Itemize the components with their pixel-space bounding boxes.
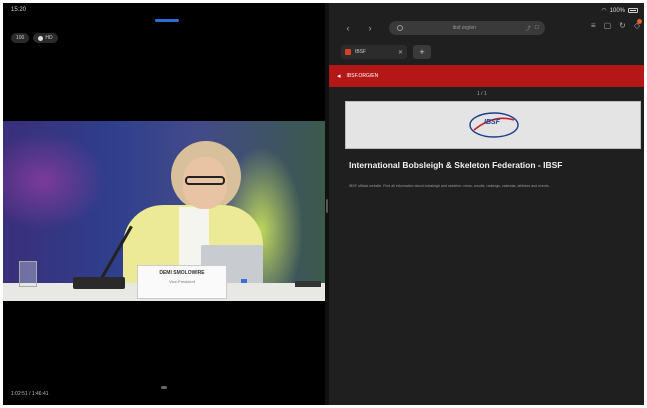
battery-text: 100%	[609, 7, 625, 14]
tab-close-icon[interactable]: ✕	[398, 49, 403, 56]
device-screen: 15:20 100 HD DEMI SMOLOWIRE Vice-Preside…	[3, 3, 644, 405]
wifi-icon: ◠	[601, 8, 607, 14]
nameplate-role: Vice-President	[169, 279, 195, 284]
menu-icon[interactable]: ≡	[591, 21, 596, 30]
video-timecode: 1:02:51 / 1:46:41	[11, 391, 49, 397]
tab-favicon-icon	[345, 49, 351, 55]
tabs-icon[interactable]: ▢	[604, 21, 612, 30]
quality-label: HD	[45, 35, 53, 41]
tab-title: IBSF	[355, 49, 367, 55]
water-glass	[19, 261, 37, 287]
tab-ibsf[interactable]: IBSF ✕	[341, 45, 407, 59]
browser-pane: ◠ 100% ‹ › ibsf.org/en ⤴ ☐ ≡ ▢ ↻ ◇ IBSF …	[329, 3, 644, 405]
new-tab-button[interactable]: +	[413, 45, 431, 59]
volume-label: 100	[16, 35, 25, 41]
reload-icon[interactable]: ↻	[619, 21, 626, 30]
tab-strip: IBSF ✕ +	[329, 43, 644, 61]
status-time: 15:20	[11, 7, 27, 13]
logo-text: IBSF	[484, 119, 500, 126]
site-header-title: IBSF.ORG/EN	[346, 73, 379, 79]
forward-icon[interactable]: ›	[363, 23, 377, 33]
page-heading[interactable]: International Bobsleigh & Skeleton Feder…	[349, 160, 639, 170]
status-right: ◠ 100%	[601, 7, 638, 14]
share-icon[interactable]: ⤴	[526, 25, 531, 32]
bookmark-icon[interactable]: ☐	[535, 25, 539, 31]
speaker-glasses	[185, 176, 225, 185]
menu-arrow-icon[interactable]: ◂	[337, 72, 341, 80]
toolbar-actions: ≡ ▢ ↻ ◇	[591, 19, 643, 30]
site-header-bar: ◂ IBSF.ORG/EN	[329, 65, 644, 87]
multitask-handle[interactable]	[155, 19, 179, 22]
address-bar[interactable]: ibsf.org/en ⤴ ☐	[389, 21, 545, 35]
nameplate-name: DEMI SMOLOWIRE	[159, 270, 205, 276]
split-view-grip-icon[interactable]	[326, 199, 328, 213]
remote	[295, 281, 321, 287]
nameplate: DEMI SMOLOWIRE Vice-President	[137, 265, 227, 299]
browser-status-bar: ◠ 100%	[329, 3, 644, 17]
extension-icon[interactable]: ◇	[634, 19, 643, 30]
back-icon[interactable]: ‹	[341, 23, 355, 33]
battery-icon	[628, 8, 638, 13]
video-controls: 100 HD	[11, 33, 58, 43]
url-text: ibsf.org/en	[452, 25, 476, 31]
volume-button[interactable]: 100	[11, 33, 30, 43]
site-banner[interactable]: IBSF	[345, 101, 641, 149]
microphone-base	[73, 277, 125, 289]
result-pager: 1 / 1	[477, 91, 487, 97]
quality-icon	[38, 35, 44, 41]
quality-button[interactable]: HD	[33, 33, 58, 43]
video-pane: 15:20 100 HD DEMI SMOLOWIRE Vice-Preside…	[3, 3, 325, 405]
site-info-icon[interactable]	[397, 25, 403, 31]
video-frame[interactable]: DEMI SMOLOWIRE Vice-President	[3, 121, 325, 301]
home-indicator[interactable]	[161, 386, 167, 389]
page-description: IBSF official website. Find all informat…	[349, 184, 550, 188]
browser-toolbar: ‹ › ibsf.org/en ⤴ ☐ ≡ ▢ ↻ ◇	[329, 17, 644, 39]
